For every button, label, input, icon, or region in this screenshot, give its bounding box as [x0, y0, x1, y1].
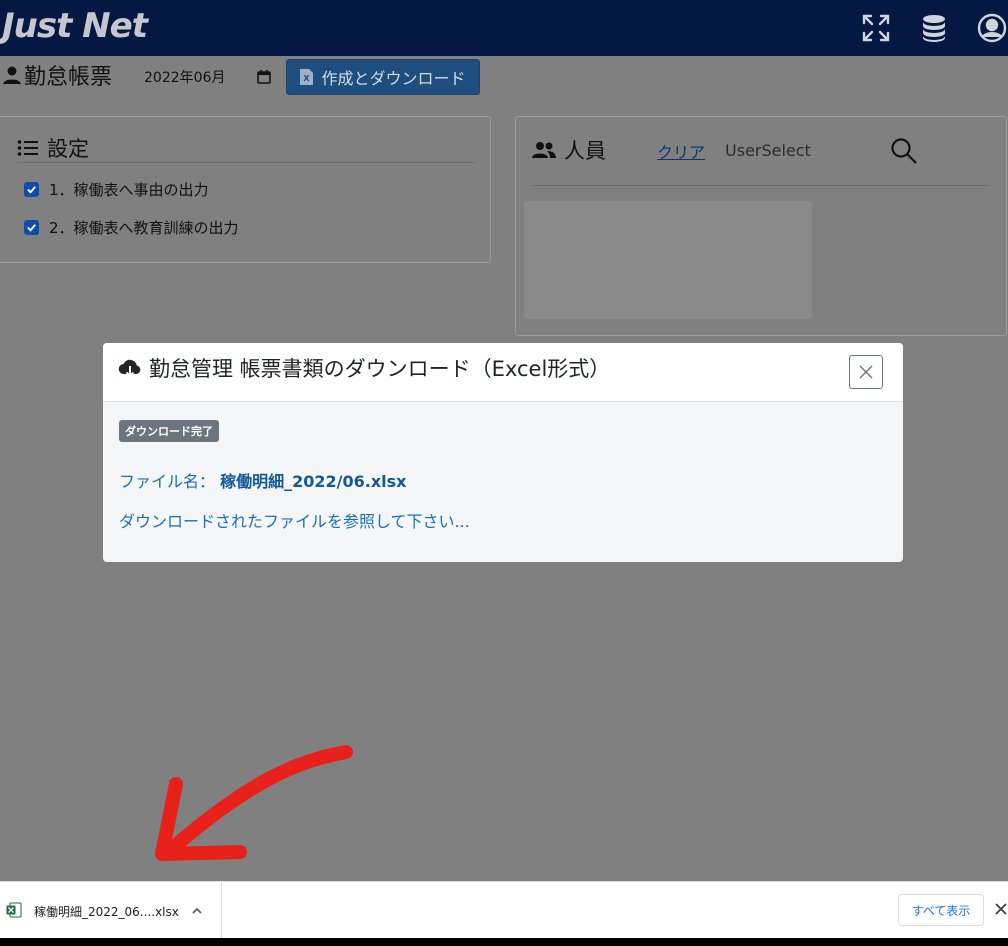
modal-header: 勤怠管理 帳票書類のダウンロード（Excel形式） [103, 343, 903, 402]
user-icon [3, 66, 21, 84]
month-value: 2022年06月 [144, 70, 226, 86]
calendar-icon[interactable] [256, 69, 272, 85]
top-navbar: Just Net [0, 0, 1008, 56]
settings-title: 設定 [17, 133, 89, 163]
people-divider [532, 185, 990, 186]
option-reason-checkbox[interactable] [24, 182, 39, 197]
modal-close-button[interactable] [849, 355, 883, 389]
excel-file-icon [6, 902, 22, 918]
page-header: 勤怠帳票 2022年06月 X 作成とダウンロード [0, 56, 1008, 100]
excel-file-icon: X [300, 69, 314, 85]
list-icon [17, 140, 38, 156]
modal-title-text: 勤怠管理 帳票書類のダウンロード（Excel形式） [149, 357, 611, 381]
people-list[interactable] [524, 201, 812, 319]
file-name-line: ファイル名： 稼働明細_2022/06.xlsx [119, 468, 406, 492]
option-reason-label: 1．稼働表へ事由の出力 [49, 181, 209, 199]
file-name-label: ファイル名： [119, 472, 216, 491]
annotation-arrow [155, 745, 353, 861]
option-training-label: 2．稼働表へ教育訓練の出力 [49, 219, 239, 237]
user-circle-icon[interactable] [976, 12, 1008, 44]
option-training-checkbox[interactable] [24, 220, 39, 235]
fullscreen-icon[interactable] [860, 12, 892, 44]
close-icon[interactable] [993, 901, 1008, 917]
people-title: 人員 [532, 135, 606, 165]
close-icon [859, 365, 873, 379]
user-select-placeholder[interactable]: UserSelect [725, 141, 811, 160]
show-all-button[interactable]: すべて表示 [898, 894, 984, 926]
download-item[interactable]: 稼働明細_2022_06....xlsx [0, 882, 222, 939]
browser-download-bar: 稼働明細_2022_06....xlsx すべて表示 [0, 881, 1008, 939]
people-card: 人員 クリア UserSelect [515, 116, 1007, 336]
people-title-text: 人員 [564, 139, 606, 163]
window-bottom-edge [0, 938, 1008, 946]
clear-link[interactable]: クリア [657, 139, 705, 163]
settings-title-text: 設定 [47, 137, 89, 161]
create-and-download-label: 作成とダウンロード [321, 69, 466, 88]
option-training-output[interactable]: 2．稼働表へ教育訓練の出力 [24, 217, 239, 238]
modal-title: 勤怠管理 帳票書類のダウンロード（Excel形式） [117, 353, 610, 383]
month-input[interactable]: 2022年06月 [136, 64, 276, 90]
svg-text:X: X [304, 74, 311, 83]
status-badge: ダウンロード完了 [119, 420, 219, 442]
settings-card: 設定 1．稼働表へ事由の出力 2．稼働表へ教育訓練の出力 [0, 116, 491, 263]
search-icon[interactable] [890, 137, 918, 165]
database-icon[interactable] [918, 12, 950, 44]
app-logo[interactable]: Just Net [2, 6, 148, 46]
cloud-download-icon [118, 359, 141, 378]
check-icon [27, 224, 36, 232]
page-title: 勤怠帳票 [2, 59, 112, 91]
page-title-text: 勤怠帳票 [24, 65, 113, 90]
chevron-up-icon[interactable] [190, 904, 204, 918]
file-name-value[interactable]: 稼働明細_2022/06.xlsx [220, 472, 406, 491]
download-message: ダウンロードされたファイルを参照して下さい... [119, 512, 470, 531]
create-and-download-button[interactable]: X 作成とダウンロード [286, 59, 480, 95]
option-reason-output[interactable]: 1．稼働表へ事由の出力 [24, 179, 209, 200]
settings-divider [17, 162, 475, 163]
users-icon [532, 142, 556, 158]
download-modal: 勤怠管理 帳票書類のダウンロード（Excel形式） ダウンロード完了 ファイル名… [103, 343, 903, 562]
check-icon [27, 186, 36, 194]
download-file-name: 稼働明細_2022_06....xlsx [34, 905, 179, 919]
